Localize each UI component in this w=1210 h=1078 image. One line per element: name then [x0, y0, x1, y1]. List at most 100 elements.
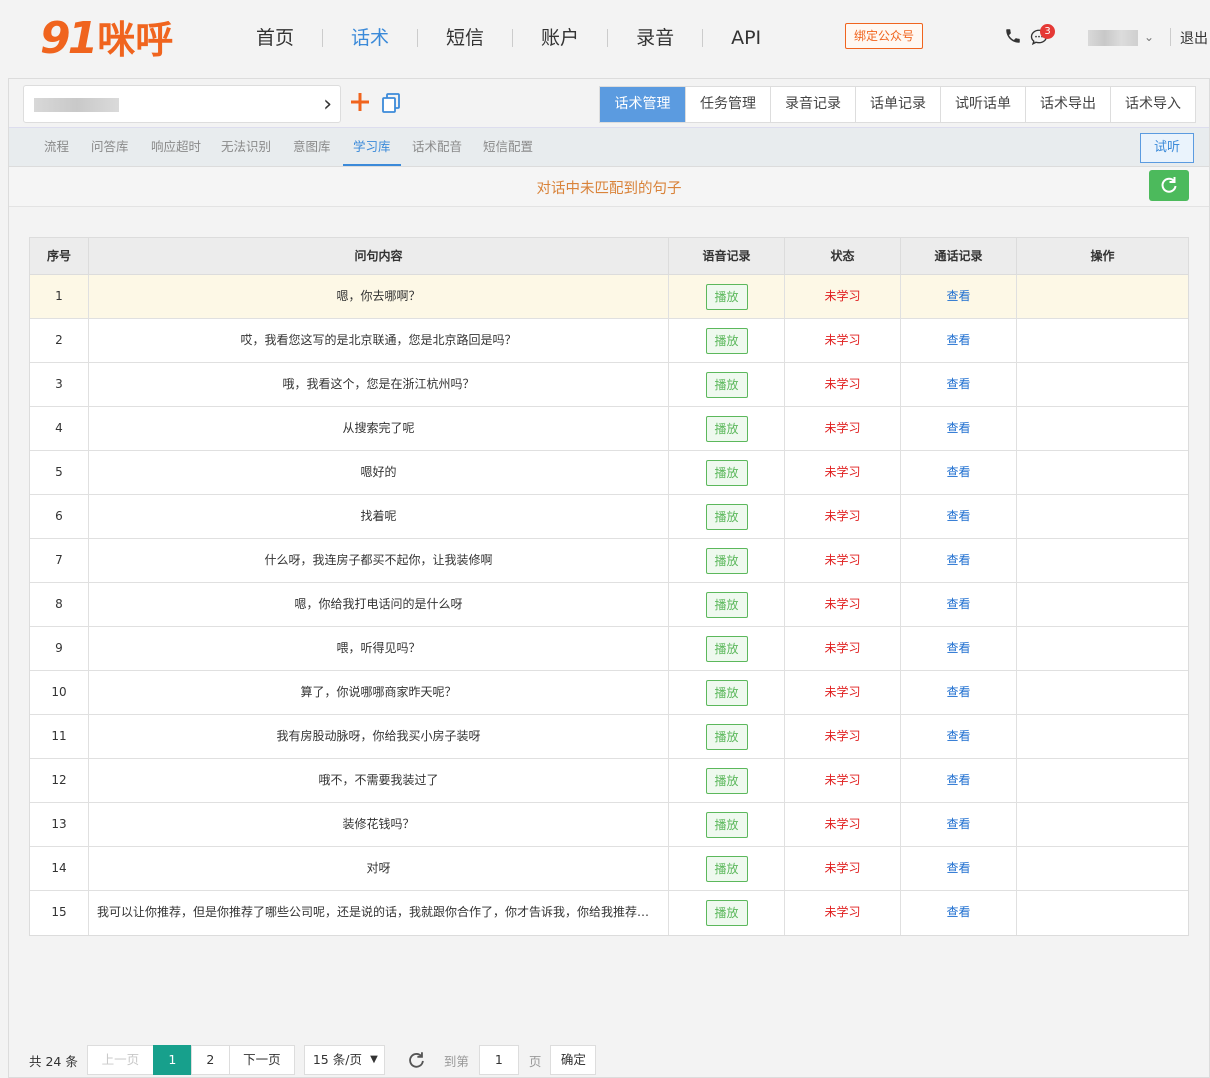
prev-page-button[interactable]: 上一页 [86, 1045, 154, 1075]
script-selector[interactable]: › [23, 85, 341, 123]
phone-icon[interactable] [1004, 27, 1022, 45]
row-index: 9 [55, 641, 63, 655]
logo-text: 咪呼 [97, 18, 174, 62]
view-call-link[interactable]: 查看 [946, 641, 970, 655]
refresh-button[interactable] [1149, 170, 1189, 201]
view-call-link[interactable]: 查看 [946, 861, 970, 875]
row-call-record-cell: 查看 [900, 583, 1016, 626]
row-audio-cell: 播放 [668, 583, 784, 626]
bind-wechat-button[interactable]: 绑定公众号 [845, 23, 923, 49]
next-page-button[interactable]: 下一页 [228, 1045, 295, 1075]
row-status: 未学习 [784, 715, 900, 758]
nav-item-recording[interactable]: 录音 [608, 22, 702, 54]
play-button[interactable]: 播放 [705, 635, 748, 662]
row-status: 未学习 [784, 759, 900, 802]
play-button[interactable]: 播放 [705, 767, 748, 794]
play-button[interactable]: 播放 [705, 591, 748, 618]
row-audio-cell: 播放 [668, 803, 784, 846]
nav-item-home[interactable]: 首页 [228, 22, 322, 54]
play-button[interactable]: 播放 [705, 679, 748, 706]
chevron-right-icon[interactable]: › [323, 92, 332, 117]
table-row: 5 嗯好的 播放 未学习 查看 [30, 451, 1188, 495]
row-actions-cell [1016, 583, 1188, 626]
row-call-record-cell: 查看 [900, 319, 1016, 362]
row-audio-cell: 播放 [668, 319, 784, 362]
goto-page-input[interactable]: 1 [478, 1045, 519, 1075]
subnav-unrecognized[interactable]: 无法识别 [221, 128, 271, 166]
view-call-link[interactable]: 查看 [946, 465, 970, 479]
view-call-link[interactable]: 查看 [946, 685, 970, 699]
view-call-link[interactable]: 查看 [946, 333, 970, 347]
nav-item-account[interactable]: 账户 [513, 22, 607, 54]
subnav-intent-library[interactable]: 意图库 [293, 128, 331, 166]
row-index: 11 [51, 729, 67, 743]
view-call-link[interactable]: 查看 [946, 289, 970, 303]
row-actions-cell [1016, 495, 1188, 538]
row-index: 7 [55, 553, 63, 567]
play-button[interactable]: 播放 [705, 503, 748, 530]
row-audio-cell: 播放 [668, 539, 784, 582]
refresh-icon[interactable] [405, 1049, 427, 1071]
subnav-flow[interactable]: 流程 [44, 128, 69, 166]
subnav-qa-library[interactable]: 问答库 [91, 128, 129, 166]
view-call-link[interactable]: 查看 [946, 817, 970, 831]
script-toolbar: › 话术管理 任务管理 录音记录 话单记录 试听话单 话术导出 话术导入 [9, 79, 1209, 127]
page-button-1[interactable]: 1 [152, 1045, 192, 1075]
view-call-link[interactable]: 查看 [946, 597, 970, 611]
row-question-content: 装修花钱吗？ [88, 803, 668, 846]
view-call-link[interactable]: 查看 [946, 421, 970, 435]
play-button[interactable]: 播放 [705, 547, 748, 574]
play-button[interactable]: 播放 [705, 811, 748, 838]
play-button[interactable]: 播放 [705, 283, 748, 310]
subnav-voice-dubbing[interactable]: 话术配音 [412, 128, 462, 166]
nav-item-api[interactable]: API [703, 22, 789, 54]
subnav-response-timeout[interactable]: 响应超时 [151, 128, 201, 166]
play-button[interactable]: 播放 [705, 723, 748, 750]
tab-task-management[interactable]: 任务管理 [685, 87, 770, 122]
tab-call-records[interactable]: 话单记录 [855, 87, 940, 122]
column-header-status: 状态 [784, 238, 900, 274]
row-call-record-cell: 查看 [900, 495, 1016, 538]
tab-script-import[interactable]: 话术导入 [1110, 87, 1195, 122]
row-call-record-cell: 查看 [900, 275, 1016, 318]
user-name-blurred[interactable] [1088, 30, 1138, 46]
view-call-link[interactable]: 查看 [946, 509, 970, 523]
play-button[interactable]: 播放 [705, 899, 748, 926]
play-button[interactable]: 播放 [705, 371, 748, 398]
tab-recording-records[interactable]: 录音记录 [770, 87, 855, 122]
tab-script-export[interactable]: 话术导出 [1025, 87, 1110, 122]
row-actions-cell [1016, 759, 1188, 802]
play-button[interactable]: 播放 [705, 415, 748, 442]
nav-item-sms[interactable]: 短信 [418, 22, 512, 54]
row-actions-cell [1016, 803, 1188, 846]
view-call-link[interactable]: 查看 [946, 905, 970, 919]
nav-item-script[interactable]: 话术 [323, 22, 417, 54]
row-status: 未学习 [784, 363, 900, 406]
confirm-goto-button[interactable]: 确定 [550, 1045, 597, 1075]
add-icon[interactable] [348, 90, 372, 114]
copy-icon[interactable] [379, 91, 403, 115]
chevron-down-icon[interactable]: ⌄ [1144, 30, 1154, 44]
row-audio-cell: 播放 [668, 407, 784, 450]
view-call-link[interactable]: 查看 [946, 377, 970, 391]
play-button[interactable]: 播放 [705, 855, 748, 882]
view-call-link[interactable]: 查看 [946, 729, 970, 743]
row-audio-cell: 播放 [668, 759, 784, 802]
logout-link[interactable]: 退出 [1180, 28, 1208, 48]
row-question-content: 我有房股动脉呀，你给我买小房子装呀 [88, 715, 668, 758]
play-button[interactable]: 播放 [705, 459, 748, 486]
table-row: 9 喂，听得见吗？ 播放 未学习 查看 [30, 627, 1188, 671]
subnav-learning-library[interactable]: 学习库 [343, 128, 401, 166]
view-call-link[interactable]: 查看 [946, 773, 970, 787]
tab-trial-records[interactable]: 试听话单 [940, 87, 1025, 122]
brand-logo[interactable]: 91 咪呼 [40, 14, 173, 64]
play-button[interactable]: 播放 [705, 327, 748, 354]
tab-script-management[interactable]: 话术管理 [600, 87, 685, 122]
view-call-link[interactable]: 查看 [946, 553, 970, 567]
page-button-2[interactable]: 2 [190, 1045, 230, 1075]
caret-down-icon: ▼ [370, 1054, 378, 1065]
page-size-select[interactable]: 15 条/页 ▼ [303, 1045, 385, 1075]
row-index: 1 [55, 289, 63, 303]
listen-button[interactable]: 试听 [1140, 133, 1194, 163]
subnav-sms-config[interactable]: 短信配置 [483, 128, 533, 166]
